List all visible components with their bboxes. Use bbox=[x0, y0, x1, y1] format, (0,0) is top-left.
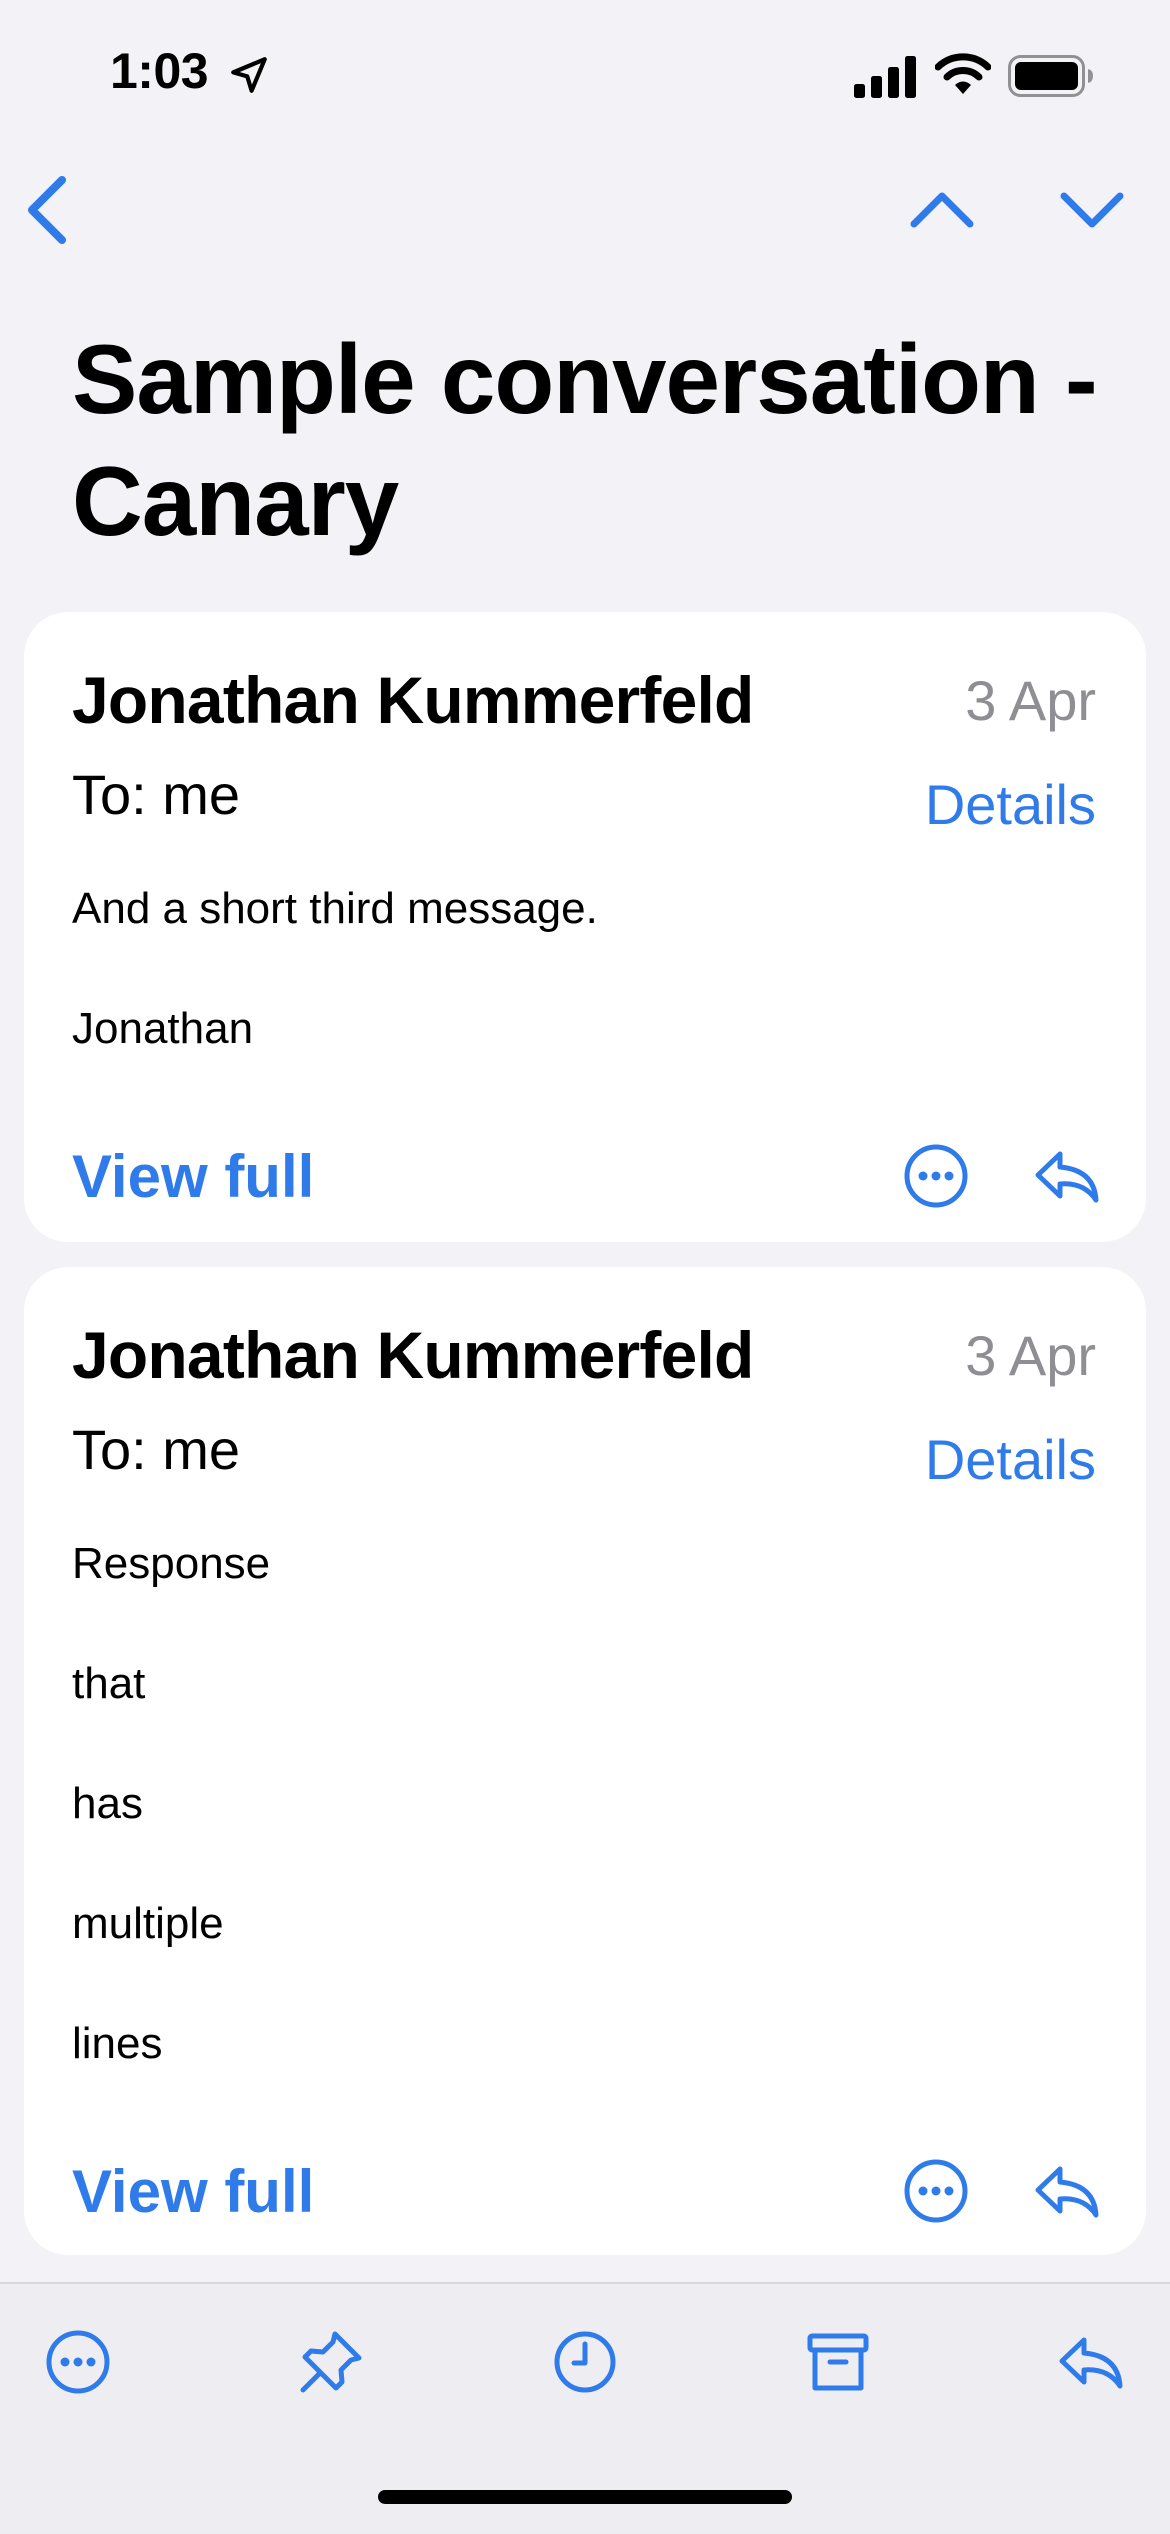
reply-icon bbox=[1032, 1140, 1104, 1212]
reply-button[interactable] bbox=[1032, 2155, 1104, 2227]
message-body-line: And a short third message. bbox=[72, 884, 598, 933]
message-card[interactable]: Jonathan Kummerfeld 3 Apr To: me Details… bbox=[24, 612, 1146, 1242]
chevron-down-icon bbox=[1056, 178, 1128, 242]
toolbar-reply-button[interactable] bbox=[1056, 2326, 1128, 2398]
status-time: 1:03 bbox=[110, 43, 209, 99]
location-arrow-icon bbox=[228, 54, 270, 96]
toolbar-archive-button[interactable] bbox=[802, 2326, 874, 2398]
reply-button[interactable] bbox=[1032, 1140, 1104, 1212]
navigation-bar bbox=[0, 150, 1170, 260]
message-body-line: lines bbox=[72, 2019, 163, 2068]
toolbar-pin-button[interactable] bbox=[295, 2326, 367, 2398]
more-button[interactable] bbox=[900, 2155, 972, 2227]
more-circle-icon bbox=[900, 2155, 972, 2227]
chevron-up-icon bbox=[906, 178, 978, 242]
details-button[interactable]: Details bbox=[925, 772, 1096, 837]
archive-icon bbox=[802, 2326, 874, 2398]
message-body-line: multiple bbox=[72, 1899, 224, 1948]
back-button[interactable] bbox=[20, 170, 80, 250]
toolbar-remind-button[interactable] bbox=[549, 2326, 621, 2398]
chevron-left-icon bbox=[20, 170, 80, 250]
view-full-button[interactable]: View full bbox=[72, 1142, 314, 1211]
toolbar-more-button[interactable] bbox=[42, 2326, 114, 2398]
message-date: 3 Apr bbox=[965, 669, 1096, 732]
message-body-line: Jonathan bbox=[72, 1004, 254, 1053]
sender-name: Jonathan Kummerfeld bbox=[72, 663, 754, 737]
more-circle-icon bbox=[42, 2326, 114, 2398]
battery-icon bbox=[1008, 55, 1094, 97]
pin-icon bbox=[295, 2326, 367, 2398]
recipient-line: To: me bbox=[72, 763, 241, 826]
page-title: Sample conversation - Canary bbox=[72, 324, 1098, 556]
reply-icon bbox=[1056, 2326, 1128, 2398]
status-bar: 1:03 bbox=[0, 0, 1170, 150]
details-button[interactable]: Details bbox=[925, 1427, 1096, 1492]
previous-message-button[interactable] bbox=[906, 178, 978, 242]
recipient-line: To: me bbox=[72, 1418, 241, 1481]
view-full-button[interactable]: View full bbox=[72, 2157, 314, 2226]
message-date: 3 Apr bbox=[965, 1324, 1096, 1387]
more-circle-icon bbox=[900, 1140, 972, 1212]
reply-icon bbox=[1032, 2155, 1104, 2227]
message-card[interactable]: Jonathan Kummerfeld 3 Apr To: me Details… bbox=[24, 1267, 1146, 2255]
next-message-button[interactable] bbox=[1056, 178, 1128, 242]
wifi-icon bbox=[935, 52, 991, 96]
home-indicator[interactable] bbox=[378, 2490, 792, 2504]
message-body-line: Response bbox=[72, 1539, 271, 1588]
cellular-signal-icon bbox=[854, 56, 916, 98]
message-body-line: that bbox=[72, 1659, 146, 1708]
message-body-line: has bbox=[72, 1779, 143, 1828]
sender-name: Jonathan Kummerfeld bbox=[72, 1318, 754, 1392]
more-button[interactable] bbox=[900, 1140, 972, 1212]
clock-icon bbox=[549, 2326, 621, 2398]
